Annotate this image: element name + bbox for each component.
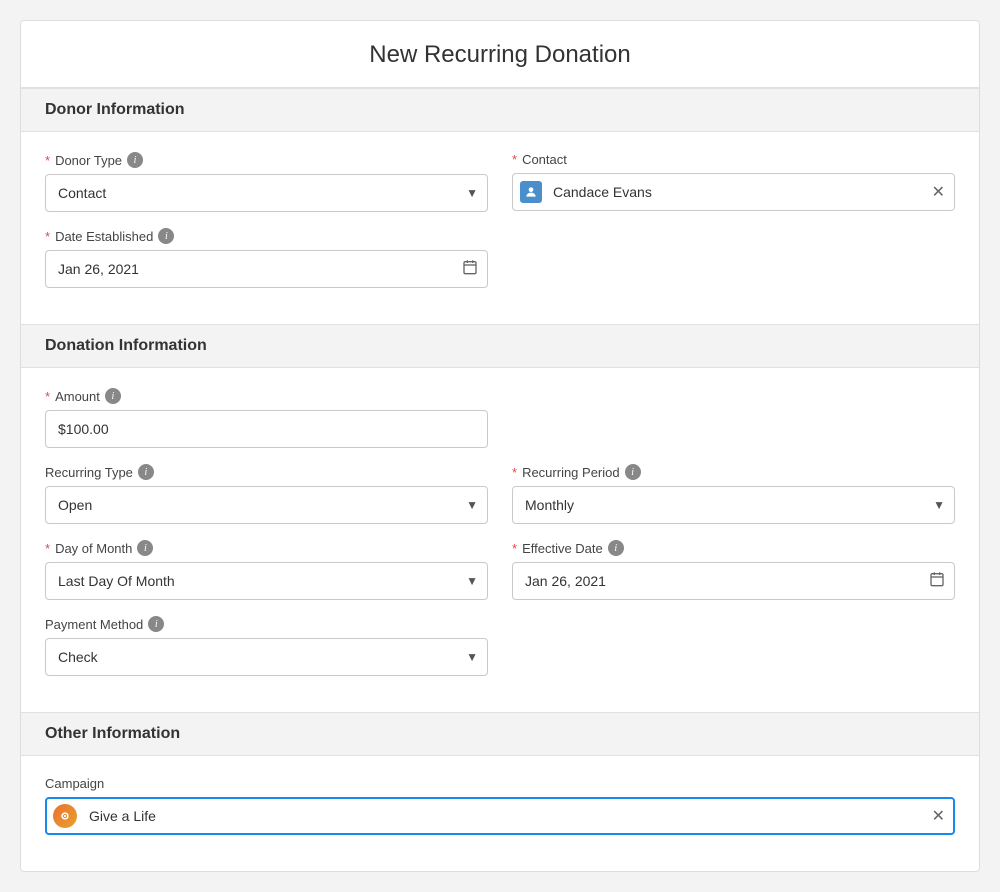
donor-type-select[interactable]: Contact Organization Household bbox=[45, 174, 488, 212]
contact-avatar-icon bbox=[520, 181, 542, 203]
date-established-label: * Date Established i bbox=[45, 228, 488, 244]
recurring-type-select[interactable]: Open Fixed bbox=[45, 486, 488, 524]
contact-group: * Contact ✕ bbox=[512, 152, 955, 212]
donor-type-info-icon[interactable]: i bbox=[127, 152, 143, 168]
recurring-period-required-star: * bbox=[512, 465, 517, 480]
recurring-period-select[interactable]: Monthly Weekly Quarterly Yearly bbox=[512, 486, 955, 524]
donation-information-section-header: Donation Information bbox=[21, 324, 979, 368]
recurring-type-period-row: Recurring Type i Open Fixed ▼ * Recurrin… bbox=[45, 464, 955, 524]
effective-date-input[interactable] bbox=[512, 562, 955, 600]
contact-input-wrapper: ✕ bbox=[512, 173, 955, 211]
effective-date-required-star: * bbox=[512, 541, 517, 556]
donor-type-select-wrapper: Contact Organization Household ▼ bbox=[45, 174, 488, 212]
amount-group: * Amount i bbox=[45, 388, 488, 448]
contact-input[interactable] bbox=[512, 173, 955, 211]
date-established-info-icon[interactable]: i bbox=[158, 228, 174, 244]
amount-info-icon[interactable]: i bbox=[105, 388, 121, 404]
date-established-input-wrapper bbox=[45, 250, 488, 288]
effective-date-input-wrapper bbox=[512, 562, 955, 600]
date-established-row: * Date Established i bbox=[45, 228, 955, 288]
other-information-section-header: Other Information bbox=[21, 712, 979, 756]
donor-type-contact-row: * Donor Type i Contact Organization Hous… bbox=[45, 152, 955, 212]
donor-type-group: * Donor Type i Contact Organization Hous… bbox=[45, 152, 488, 212]
recurring-type-select-wrapper: Open Fixed ▼ bbox=[45, 486, 488, 524]
recurring-period-group: * Recurring Period i Monthly Weekly Quar… bbox=[512, 464, 955, 524]
day-of-month-required-star: * bbox=[45, 541, 50, 556]
payment-method-info-icon[interactable]: i bbox=[148, 616, 164, 632]
day-of-month-group: * Day of Month i Last Day Of Month 1st 1… bbox=[45, 540, 488, 600]
contact-clear-icon[interactable]: ✕ bbox=[932, 182, 945, 202]
day-of-month-info-icon[interactable]: i bbox=[137, 540, 153, 556]
day-of-month-select-wrapper: Last Day Of Month 1st 15th ▼ bbox=[45, 562, 488, 600]
contact-label: * Contact bbox=[512, 152, 955, 167]
other-information-section-body: Campaign ✕ bbox=[21, 756, 979, 871]
recurring-type-group: Recurring Type i Open Fixed ▼ bbox=[45, 464, 488, 524]
donor-information-section-body: * Donor Type i Contact Organization Hous… bbox=[21, 132, 979, 324]
amount-row: * Amount i bbox=[45, 388, 955, 448]
donor-type-label: * Donor Type i bbox=[45, 152, 488, 168]
recurring-type-info-icon[interactable]: i bbox=[138, 464, 154, 480]
campaign-label: Campaign bbox=[45, 776, 955, 791]
recurring-period-label: * Recurring Period i bbox=[512, 464, 955, 480]
recurring-period-select-wrapper: Monthly Weekly Quarterly Yearly ▼ bbox=[512, 486, 955, 524]
recurring-period-info-icon[interactable]: i bbox=[625, 464, 641, 480]
campaign-group: Campaign ✕ bbox=[45, 776, 955, 835]
amount-input[interactable] bbox=[45, 410, 488, 448]
effective-date-calendar-icon[interactable] bbox=[929, 571, 945, 591]
effective-date-info-icon[interactable]: i bbox=[608, 540, 624, 556]
date-established-input[interactable] bbox=[45, 250, 488, 288]
amount-label: * Amount i bbox=[45, 388, 488, 404]
recurring-type-label: Recurring Type i bbox=[45, 464, 488, 480]
payment-method-group: Payment Method i Check Credit Card ACH ▼ bbox=[45, 616, 488, 676]
date-established-required-star: * bbox=[45, 229, 50, 244]
donor-type-required-star: * bbox=[45, 153, 50, 168]
date-established-group: * Date Established i bbox=[45, 228, 488, 288]
campaign-row: Campaign ✕ bbox=[45, 776, 955, 835]
effective-date-label: * Effective Date i bbox=[512, 540, 955, 556]
donation-information-section-body: * Amount i Recurring Type i Open Fixed bbox=[21, 368, 979, 712]
payment-method-row: Payment Method i Check Credit Card ACH ▼ bbox=[45, 616, 955, 676]
effective-date-group: * Effective Date i bbox=[512, 540, 955, 600]
donor-information-section-header: Donor Information bbox=[21, 88, 979, 132]
form-container: New Recurring Donation Donor Information… bbox=[20, 20, 980, 872]
payment-method-select[interactable]: Check Credit Card ACH bbox=[45, 638, 488, 676]
campaign-clear-icon[interactable]: ✕ bbox=[932, 806, 945, 826]
day-of-month-effective-date-row: * Day of Month i Last Day Of Month 1st 1… bbox=[45, 540, 955, 600]
campaign-input[interactable] bbox=[45, 797, 955, 835]
amount-required-star: * bbox=[45, 389, 50, 404]
day-of-month-select[interactable]: Last Day Of Month 1st 15th bbox=[45, 562, 488, 600]
contact-required-star: * bbox=[512, 152, 517, 167]
date-established-calendar-icon[interactable] bbox=[462, 259, 478, 279]
day-of-month-label: * Day of Month i bbox=[45, 540, 488, 556]
campaign-icon bbox=[53, 804, 77, 828]
campaign-input-wrapper: ✕ bbox=[45, 797, 955, 835]
payment-method-select-wrapper: Check Credit Card ACH ▼ bbox=[45, 638, 488, 676]
payment-method-label: Payment Method i bbox=[45, 616, 488, 632]
form-title: New Recurring Donation bbox=[21, 21, 979, 88]
